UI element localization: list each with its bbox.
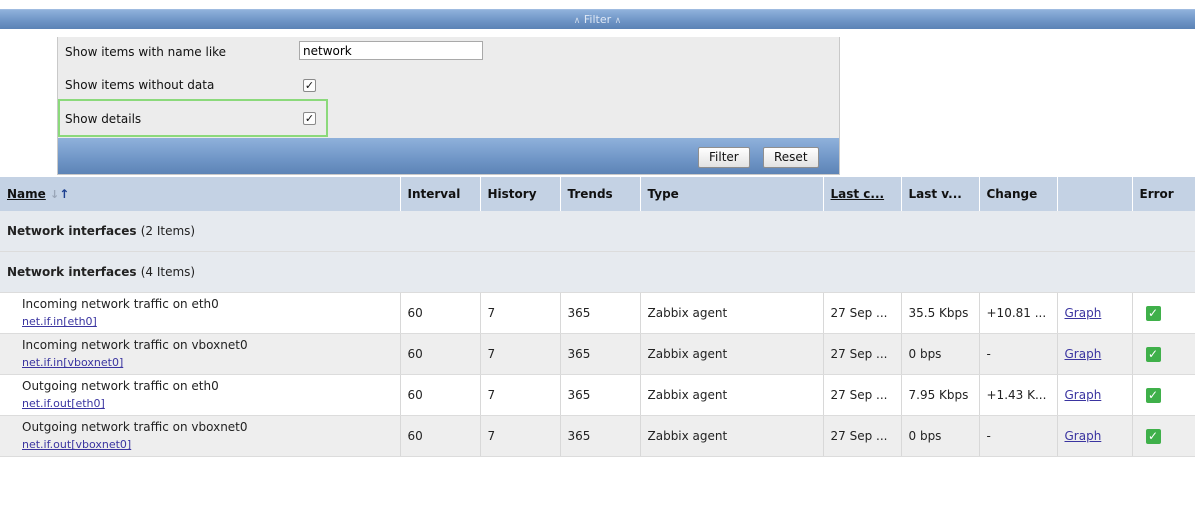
show-details-checkbox[interactable]: ✓: [303, 112, 316, 125]
col-header-name[interactable]: Name ↓↑: [0, 177, 401, 211]
without-data-label: Show items without data: [65, 78, 215, 92]
type-cell: Zabbix agent: [640, 292, 824, 334]
item-name-cell: Outgoing network traffic on vboxnet0 net…: [0, 415, 401, 457]
error-cell: ✓: [1132, 415, 1195, 457]
filter-footer: Filter Reset: [58, 138, 839, 174]
last-check-cell: 27 Sep ...: [823, 333, 902, 375]
group-count: (4 Items): [140, 265, 196, 279]
sort-asc-icon: ↓↑: [49, 187, 70, 201]
group-count: (2 Items): [140, 224, 196, 238]
name-like-input[interactable]: [299, 41, 483, 60]
show-details-label: Show details: [65, 112, 142, 126]
error-cell: ✓: [1132, 374, 1195, 416]
trends-cell: 365: [560, 374, 641, 416]
change-cell: -: [979, 333, 1058, 375]
graph-link[interactable]: Graph: [1065, 306, 1102, 320]
group-name: Network interfaces: [7, 265, 137, 279]
type-cell: Zabbix agent: [640, 415, 824, 457]
last-check-cell: 27 Sep ...: [823, 415, 902, 457]
item-key-link[interactable]: net.if.in[eth0]: [22, 313, 399, 330]
graph-cell: Graph: [1057, 415, 1133, 457]
graph-link[interactable]: Graph: [1065, 388, 1102, 402]
change-cell: +10.81 ...: [979, 292, 1058, 334]
item-name-cell: Incoming network traffic on vboxnet0 net…: [0, 333, 401, 375]
group-cell: Network interfaces (2 Items): [0, 211, 1195, 252]
change-cell: +1.43 K...: [979, 374, 1058, 416]
col-header-error: Error: [1132, 177, 1195, 211]
history-cell: 7: [480, 374, 561, 416]
item-name: Outgoing network traffic on vboxnet0: [22, 420, 248, 434]
table-header-row: Name ↓↑ Interval History Trends Type Las…: [0, 177, 1195, 211]
table-row: Outgoing network traffic on vboxnet0 net…: [0, 415, 1195, 457]
reset-button[interactable]: Reset: [763, 147, 819, 168]
trends-cell: 365: [560, 415, 641, 457]
check-icon: ✓: [1145, 428, 1161, 444]
interval-cell: 60: [400, 333, 481, 375]
last-value-cell: 0 bps: [901, 415, 980, 457]
group-row: Network interfaces (4 Items): [0, 251, 1195, 293]
interval-cell: 60: [400, 374, 481, 416]
col-header-history: History: [480, 177, 561, 211]
col-header-last-check[interactable]: Last c...: [823, 177, 902, 211]
type-cell: Zabbix agent: [640, 333, 824, 375]
last-value-cell: 0 bps: [901, 333, 980, 375]
filter-form: Show items with name like Show items wit…: [57, 37, 840, 175]
filter-toggle-bar[interactable]: ∧ Filter ∧: [0, 9, 1195, 29]
col-header-interval: Interval: [400, 177, 481, 211]
col-header-name-label: Name: [7, 187, 46, 201]
interval-cell: 60: [400, 415, 481, 457]
type-cell: Zabbix agent: [640, 374, 824, 416]
last-value-cell: 7.95 Kbps: [901, 374, 980, 416]
item-key-link[interactable]: net.if.in[vboxnet0]: [22, 354, 399, 371]
item-name: Incoming network traffic on eth0: [22, 297, 219, 311]
error-cell: ✓: [1132, 333, 1195, 375]
item-key-link[interactable]: net.if.out[eth0]: [22, 395, 399, 412]
check-icon: ✓: [1145, 387, 1161, 403]
col-header-last-value: Last v...: [901, 177, 980, 211]
graph-cell: Graph: [1057, 333, 1133, 375]
trends-cell: 365: [560, 333, 641, 375]
last-value-cell: 35.5 Kbps: [901, 292, 980, 334]
name-like-label: Show items with name like: [65, 45, 227, 59]
collapse-up-icon: ∧: [614, 16, 622, 26]
history-cell: 7: [480, 292, 561, 334]
history-cell: 7: [480, 415, 561, 457]
item-name: Incoming network traffic on vboxnet0: [22, 338, 248, 352]
col-header-change: Change: [979, 177, 1058, 211]
trends-cell: 365: [560, 292, 641, 334]
history-cell: 7: [480, 333, 561, 375]
interval-cell: 60: [400, 292, 481, 334]
item-name: Outgoing network traffic on eth0: [22, 379, 219, 393]
group-row: Network interfaces (2 Items): [0, 211, 1195, 252]
filter-title: Filter: [583, 13, 612, 26]
graph-cell: Graph: [1057, 374, 1133, 416]
graph-link[interactable]: Graph: [1065, 429, 1102, 443]
item-name-cell: Outgoing network traffic on eth0 net.if.…: [0, 374, 401, 416]
check-icon: ✓: [1145, 305, 1161, 321]
item-name-cell: Incoming network traffic on eth0 net.if.…: [0, 292, 401, 334]
table-row: Outgoing network traffic on eth0 net.if.…: [0, 374, 1195, 416]
table-row: Incoming network traffic on vboxnet0 net…: [0, 333, 1195, 375]
last-check-cell: 27 Sep ...: [823, 292, 902, 334]
change-cell: -: [979, 415, 1058, 457]
without-data-checkbox[interactable]: ✓: [303, 79, 316, 92]
filter-button[interactable]: Filter: [698, 147, 750, 168]
col-header-graph: [1057, 177, 1133, 211]
table-row: Incoming network traffic on eth0 net.if.…: [0, 292, 1195, 334]
check-icon: ✓: [1145, 346, 1161, 362]
items-table: Name ↓↑ Interval History Trends Type Las…: [0, 177, 1195, 457]
graph-link[interactable]: Graph: [1065, 347, 1102, 361]
group-name: Network interfaces: [7, 224, 137, 238]
last-check-cell: 27 Sep ...: [823, 374, 902, 416]
collapse-up-icon: ∧: [573, 16, 581, 26]
graph-cell: Graph: [1057, 292, 1133, 334]
col-header-trends: Trends: [560, 177, 641, 211]
col-header-last-check-label: Last c...: [830, 187, 885, 201]
group-cell: Network interfaces (4 Items): [0, 251, 1195, 293]
error-cell: ✓: [1132, 292, 1195, 334]
item-key-link[interactable]: net.if.out[vboxnet0]: [22, 436, 399, 453]
col-header-type: Type: [640, 177, 824, 211]
